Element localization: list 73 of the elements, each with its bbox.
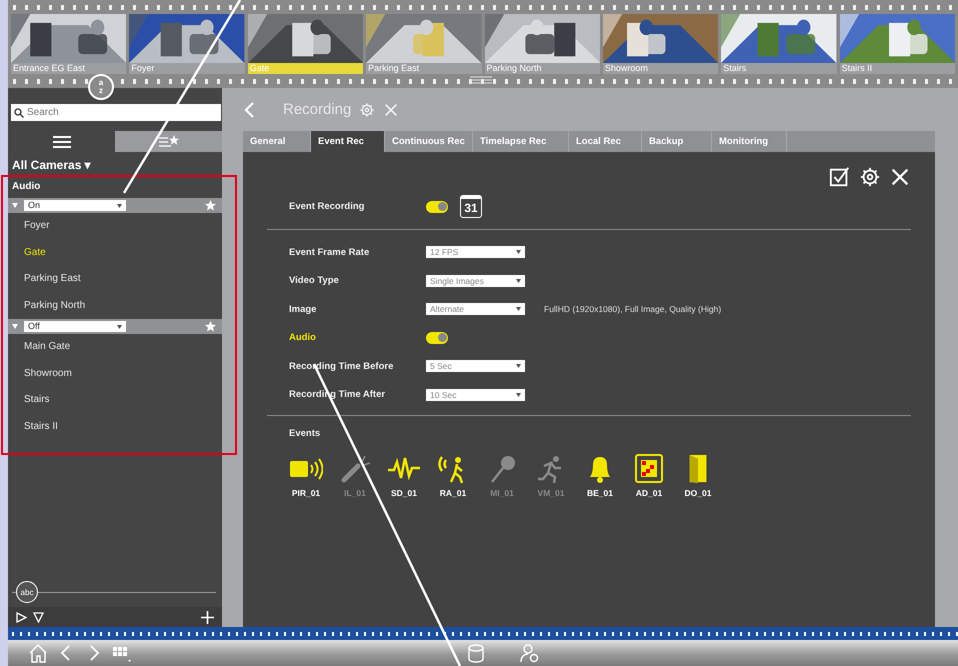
search-icon: [14, 108, 24, 118]
camera-thumbnail-label[interactable]: Entrance EG East: [11, 63, 126, 74]
dropdown[interactable]: Single Images: [426, 274, 525, 287]
back-icon[interactable]: [243, 102, 257, 118]
caret-icon: [516, 250, 521, 254]
camera-thumbnail-label[interactable]: Parking East: [366, 63, 482, 74]
sort-button[interactable]: a z: [88, 74, 114, 100]
dropdown[interactable]: 12 FPS: [426, 246, 525, 258]
section-heading: Events: [289, 428, 322, 438]
label-button[interactable]: abc: [16, 581, 38, 603]
star-icon[interactable]: [205, 200, 216, 211]
camera-list-item[interactable]: Parking East: [8, 266, 222, 292]
play-icon[interactable]: [16, 612, 27, 622]
search-field[interactable]: Search: [11, 104, 221, 121]
camera-thumbnail-label[interactable]: Foyer: [129, 63, 245, 74]
event-label[interactable]: BE_01: [587, 488, 613, 498]
camera-thumbnail-label[interactable]: Parking North: [484, 63, 600, 74]
caret-icon: [516, 392, 521, 397]
caret-icon: [117, 204, 122, 208]
list-star-icon: [158, 135, 178, 148]
section-heading: Audio: [11, 180, 42, 194]
event-label[interactable]: PIR_01: [292, 488, 320, 498]
setting-note: FullHD (1920x1080), Full Image, Quality (High): [544, 304, 722, 314]
setting-label: Audio: [289, 332, 317, 344]
camera-list-item[interactable]: Stairs: [8, 387, 222, 414]
home-icon[interactable]: [28, 643, 48, 663]
caret-icon: [516, 307, 521, 312]
add-icon[interactable]: [201, 610, 214, 624]
dropdown[interactable]: 10 Sec: [426, 388, 525, 401]
event-label[interactable]: SD_01: [391, 488, 417, 498]
calendar-button[interactable]: 31: [460, 195, 482, 218]
close-icon[interactable]: [889, 166, 911, 188]
triangle-down-icon[interactable]: [33, 612, 44, 622]
camera-list-item[interactable]: Stairs II: [8, 414, 222, 440]
camera-list-item[interactable]: Foyer: [8, 213, 222, 240]
setting-label: Image: [289, 304, 318, 315]
user-settings-icon[interactable]: [520, 643, 540, 663]
dropdown[interactable]: Alternate: [426, 303, 525, 316]
event-label[interactable]: DO_01: [684, 488, 712, 498]
event-label[interactable]: MI_01: [490, 488, 514, 498]
drag-handle-icon[interactable]: [470, 76, 492, 84]
collapse-icon[interactable]: [12, 203, 18, 208]
menu-icon: [52, 136, 70, 148]
setting-label: Event Frame Rate: [289, 246, 370, 258]
setting-label: Video Type: [289, 275, 340, 286]
camera-thumbnail-label[interactable]: Stairs: [721, 63, 837, 74]
toggle-switch[interactable]: [426, 200, 448, 212]
toggle-switch[interactable]: [426, 332, 448, 344]
filter-dropdown[interactable]: Off: [24, 321, 126, 332]
camera-list-item[interactable]: Parking North: [8, 292, 222, 319]
caret-icon: [516, 364, 521, 368]
event-label[interactable]: IL_01: [344, 488, 366, 498]
star-icon[interactable]: [205, 321, 216, 332]
dropdown[interactable]: 5 Sec: [426, 360, 525, 372]
camera-list-item[interactable]: Showroom: [8, 360, 222, 387]
camera-list-item[interactable]: Main Gate: [8, 334, 222, 360]
filter-dropdown[interactable]: On: [24, 200, 126, 211]
dialog-title: Recording: [283, 101, 352, 118]
camera-view-dropdown[interactable]: All Cameras ▾: [8, 152, 222, 172]
event-label[interactable]: RA_01: [440, 488, 466, 498]
camera-thumbnail-label[interactable]: Showroom: [602, 63, 718, 74]
camera-thumbnail-label[interactable]: Stairs II: [840, 63, 955, 74]
collapse-icon[interactable]: [12, 324, 18, 329]
event-label[interactable]: AD_01: [636, 488, 662, 498]
event-label[interactable]: VM_01: [538, 488, 564, 498]
camera-list-item[interactable]: Gate: [8, 240, 222, 266]
alarm-panel-icon: [632, 454, 666, 484]
caret-icon: [117, 325, 122, 329]
checkbox-icon[interactable]: [829, 166, 851, 188]
tab[interactable]: Event Rec: [311, 131, 385, 152]
caret-icon: [516, 278, 521, 283]
setting-label: Event Recording: [289, 201, 366, 212]
database-icon[interactable]: [466, 643, 486, 663]
